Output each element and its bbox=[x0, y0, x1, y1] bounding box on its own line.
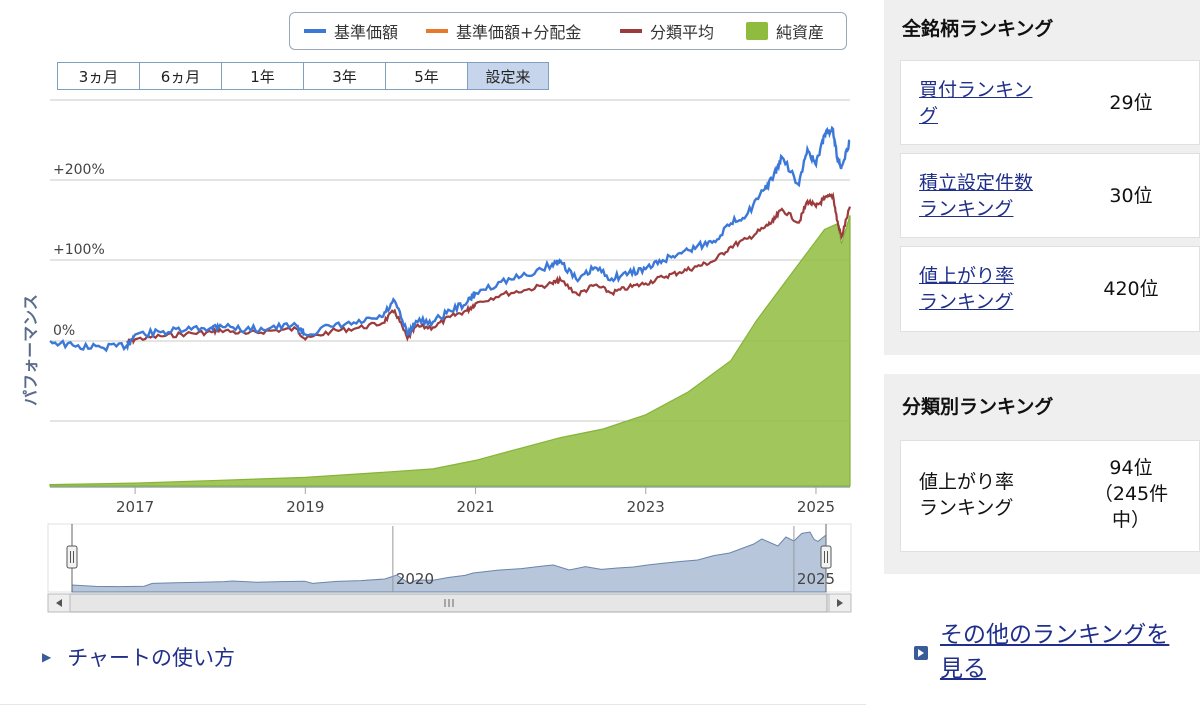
class-ranking-value-line: 中） bbox=[1111, 509, 1150, 531]
more-rankings-link[interactable]: その他のランキングを 見る bbox=[940, 618, 1200, 686]
ranking-value: 420位 bbox=[1103, 278, 1159, 300]
x-tick-label: 2019 bbox=[286, 498, 324, 516]
net-assets-area-layer bbox=[49, 215, 851, 487]
legend-swatch-nav bbox=[304, 29, 326, 33]
ranking-link-recurring[interactable]: 積立設定件数 ランキング bbox=[919, 170, 1033, 222]
arrow-right-box-icon bbox=[914, 646, 928, 660]
y-axis-ticks: +200% +100% 0% bbox=[53, 162, 105, 339]
period-tabs: 3ヵ月 6ヵ月 1年 3年 5年 設定来 bbox=[57, 62, 549, 90]
more-rankings-line: 見る bbox=[940, 656, 986, 682]
tab-since-inception[interactable]: 設定来 bbox=[467, 62, 549, 90]
ranking-card-purchase: 買付ランキン グ 29位 bbox=[900, 60, 1200, 145]
class-ranking-value: 94位 （245件 中） bbox=[1081, 455, 1181, 533]
triangle-right-icon: ▶ bbox=[42, 650, 52, 664]
class-ranking-card: 値上がり率 ランキング 94位 （245件 中） bbox=[900, 440, 1200, 552]
y-tick-label: +100% bbox=[53, 242, 105, 258]
all-ranking-title: 全銘柄ランキング bbox=[902, 18, 1054, 40]
more-rankings[interactable]: その他のランキングを 見る bbox=[914, 618, 1200, 686]
ranking-panel: 全銘柄ランキング 買付ランキン グ 29位 積立設定件数 ランキング 30位 値… bbox=[884, 0, 1200, 705]
class-ranking-label-line: 値上がり率 bbox=[919, 471, 1015, 493]
ranking-link-line: 値上がり率 bbox=[919, 265, 1015, 287]
x-tick-label: 2025 bbox=[797, 498, 835, 516]
legend-swatch-category-average bbox=[620, 29, 642, 33]
chart-howto-link[interactable]: チャートの使い方 bbox=[67, 642, 235, 672]
legend-item-nav-plus-dividend[interactable]: 基準価額+分配金 bbox=[426, 13, 581, 49]
more-rankings-line: その他のランキングを bbox=[940, 622, 1170, 648]
legend-label: 基準価額 bbox=[334, 23, 399, 42]
class-ranking-label-line: ランキング bbox=[919, 497, 1014, 519]
chart-panel: 基準価額 基準価額+分配金 分類平均 純資産 3ヵ月 6ヵ月 1年 3年 5年 … bbox=[0, 0, 866, 705]
legend-item-category-average[interactable]: 分類平均 bbox=[620, 13, 714, 49]
navigator-tick-label: 2020 bbox=[396, 570, 434, 588]
chart-howto[interactable]: ▶ チャートの使い方 bbox=[42, 642, 235, 672]
class-ranking-label: 値上がり率 ランキング bbox=[919, 469, 1014, 521]
series-line-category-average bbox=[126, 191, 852, 346]
tab-3-months[interactable]: 3ヵ月 bbox=[57, 62, 139, 90]
legend-label: 純資産 bbox=[776, 23, 825, 42]
x-axis-ticks: 2017 2019 2021 2023 2025 bbox=[116, 487, 835, 516]
class-ranking-title: 分類別ランキング bbox=[902, 396, 1054, 418]
series-lines-layer bbox=[49, 125, 852, 353]
ranking-link-line: ランキング bbox=[919, 198, 1014, 220]
ranking-card-price-rise: 値上がり率 ランキング 420位 bbox=[900, 246, 1200, 332]
navigator-tick-label: 2025 bbox=[797, 570, 835, 588]
x-tick-label: 2021 bbox=[456, 498, 494, 516]
ranking-link-line: グ bbox=[919, 105, 939, 127]
legend-item-net-assets[interactable]: 純資産 bbox=[746, 13, 824, 49]
legend-label: 分類平均 bbox=[650, 23, 715, 42]
y-tick-label: 0% bbox=[53, 323, 75, 339]
tab-6-months[interactable]: 6ヵ月 bbox=[139, 62, 221, 90]
y-tick-label: +200% bbox=[53, 162, 105, 178]
legend-label: 基準価額+分配金 bbox=[456, 23, 582, 42]
class-ranking-box: 分類別ランキング 値上がり率 ランキング 94位 （245件 中） bbox=[884, 374, 1200, 574]
ranking-link-line: 買付ランキン bbox=[919, 79, 1033, 101]
chart-legend: 基準価額 基準価額+分配金 分類平均 純資産 bbox=[289, 12, 847, 50]
y-axis-label: パフォーマンス bbox=[21, 294, 40, 406]
ranking-link-purchase[interactable]: 買付ランキン グ bbox=[919, 77, 1032, 129]
ranking-value: 30位 bbox=[1109, 185, 1153, 207]
ranking-card-recurring: 積立設定件数 ランキング 30位 bbox=[900, 153, 1200, 238]
performance-chart[interactable]: +200% +100% 0% 2017 2019 2021 2023 2025 パフォーマン… bbox=[0, 90, 866, 520]
ranking-link-line: 積立設定件数 bbox=[919, 172, 1034, 194]
navigator-left-handle[interactable] bbox=[66, 545, 78, 569]
class-ranking-value-line: （245件 bbox=[1093, 483, 1169, 505]
ranking-link-line: ランキング bbox=[919, 291, 1014, 313]
navigator-right-handle[interactable] bbox=[820, 545, 832, 569]
navigator-scrollbar[interactable] bbox=[47, 593, 852, 613]
all-ranking-box: 全銘柄ランキング 買付ランキン グ 29位 積立設定件数 ランキング 30位 値… bbox=[884, 0, 1200, 355]
ranking-value: 29位 bbox=[1109, 92, 1153, 114]
legend-swatch-net-assets bbox=[746, 22, 768, 40]
navigator-area-layer bbox=[47, 523, 852, 593]
tab-1-year[interactable]: 1年 bbox=[221, 62, 303, 90]
class-ranking-value-line: 94位 bbox=[1109, 457, 1153, 479]
ranking-link-price-rise[interactable]: 値上がり率 ランキング bbox=[919, 263, 1014, 315]
tab-5-years[interactable]: 5年 bbox=[385, 62, 467, 90]
legend-item-nav[interactable]: 基準価額 bbox=[304, 13, 398, 49]
net-assets-area bbox=[49, 215, 851, 487]
x-tick-label: 2017 bbox=[116, 498, 154, 516]
x-tick-label: 2023 bbox=[627, 498, 665, 516]
tab-3-years[interactable]: 3年 bbox=[303, 62, 385, 90]
navigator[interactable]: 2020 2025 bbox=[0, 520, 866, 620]
legend-swatch-nav-plus-dividend bbox=[426, 29, 448, 33]
